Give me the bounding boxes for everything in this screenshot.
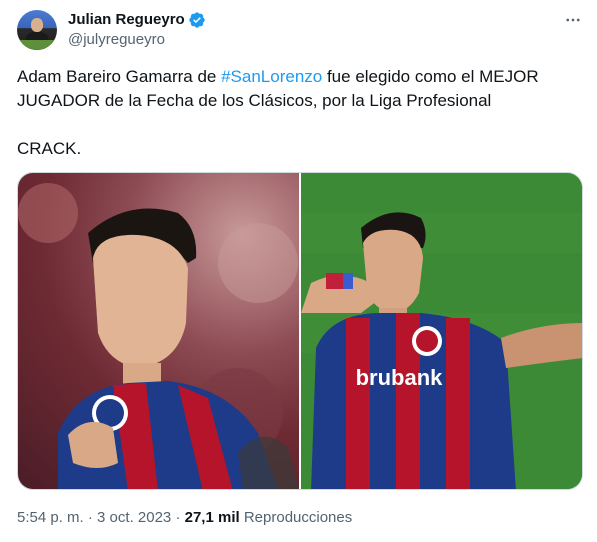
- avatar[interactable]: [17, 10, 57, 50]
- tweet-line-1: Adam Bareiro Gamarra de #SanLorenzo fue …: [17, 65, 583, 89]
- more-icon: [566, 18, 580, 22]
- tweet-time[interactable]: 5:54 p. m.: [17, 509, 84, 526]
- avatar-background: [17, 40, 57, 50]
- tweet[interactable]: Julian Regueyro @julyregueyro Adam Barei…: [0, 0, 597, 542]
- media-grid: brubank: [17, 172, 583, 490]
- tweet-line-3: CRACK.: [17, 139, 82, 158]
- more-options-button[interactable]: [562, 9, 584, 31]
- author-handle[interactable]: @julyregueyro: [68, 31, 165, 49]
- tweet-text: Adam Bareiro Gamarra de #SanLorenzo fue …: [17, 65, 583, 161]
- avatar-face: [31, 18, 43, 32]
- tweet-text-segment: Adam Bareiro Gamarra de: [17, 67, 222, 86]
- author-name-row[interactable]: Julian Regueyro: [68, 11, 206, 29]
- tweet-date[interactable]: 3 oct. 2023: [97, 509, 171, 526]
- player-photo-illustration: [18, 183, 299, 489]
- player-celebration-photo[interactable]: brubank: [301, 173, 582, 489]
- tweet-metadata: 5:54 p. m. · 3 oct. 2023 · 27,1 mil Repr…: [17, 509, 352, 527]
- celebration-photo-illustration: brubank: [301, 173, 582, 489]
- verified-badge-icon: [189, 12, 205, 28]
- tweet-text-segment: fue elegido como el MEJOR: [322, 67, 539, 86]
- shirt-sponsor-text: brubank: [356, 365, 444, 390]
- separator: ·: [83, 509, 98, 526]
- hashtag-link[interactable]: #SanLorenzo: [221, 67, 322, 86]
- separator: ·: [171, 509, 185, 526]
- tweet-line-2: JUGADOR de la Fecha de los Clásicos, por…: [17, 91, 492, 110]
- views-label: Reproducciones: [239, 509, 353, 526]
- author-display-name[interactable]: Julian Regueyro: [68, 11, 185, 29]
- views-count[interactable]: 27,1 mil: [185, 509, 240, 526]
- player-photo-close-up[interactable]: [18, 173, 299, 489]
